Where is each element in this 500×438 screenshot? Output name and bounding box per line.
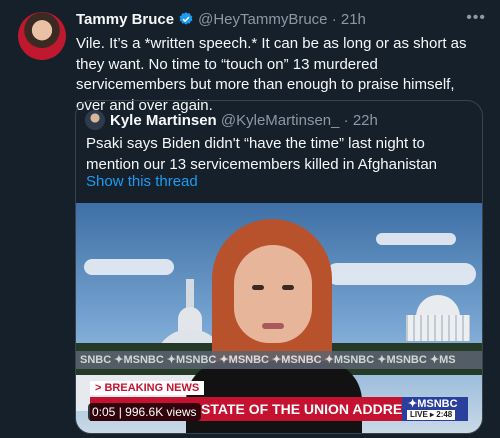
headline-text: STATE OF THE UNION ADDRESS xyxy=(201,401,421,417)
breaking-news-label: > BREAKING NEWS xyxy=(90,381,205,395)
tweet-timestamp[interactable]: 21h xyxy=(341,11,366,28)
video-view-count: 996.6K views xyxy=(125,405,197,419)
network-ticker: SNBC ✦MSNBC ✦MSNBC ✦MSNBC ✦MSNBC ✦MSNBC … xyxy=(76,351,482,369)
quoted-header: Kyle Martinsen @KyleMartinsen_ · 22h xyxy=(85,110,378,130)
quoted-avatar xyxy=(85,110,105,130)
network-logo-box: ✦MSNBC LIVE ▸ 2:48 xyxy=(402,397,468,421)
speaker-eye xyxy=(282,285,294,290)
header-separator: · xyxy=(331,11,337,28)
author-handle[interactable]: @HeyTammyBruce xyxy=(198,11,327,28)
cloud xyxy=(376,233,456,245)
speaker-eye xyxy=(252,285,264,290)
tweet-header: Tammy Bruce @HeyTammyBruce · 21h ••• xyxy=(76,8,486,30)
speaker-mouth xyxy=(262,323,284,329)
ticker-text: SNBC ✦MSNBC ✦MSNBC ✦MSNBC ✦MSNBC ✦MSNBC … xyxy=(80,354,456,366)
quoted-timestamp: 22h xyxy=(352,112,378,129)
video-elapsed-time: 0:05 xyxy=(92,405,116,419)
quoted-author-name: Kyle Martinsen xyxy=(110,112,217,129)
quoted-tweet[interactable]: Kyle Martinsen @KyleMartinsen_ · 22h Psa… xyxy=(75,100,483,434)
quoted-handle: @KyleMartinsen_ xyxy=(220,112,340,129)
author-avatar[interactable] xyxy=(18,12,66,60)
cloud xyxy=(84,259,174,275)
show-thread-link[interactable]: Show this thread xyxy=(86,172,198,192)
verified-badge-icon xyxy=(179,12,193,25)
more-options-icon[interactable]: ••• xyxy=(466,8,486,28)
video-player[interactable]: SNBC ✦MSNBC ✦MSNBC ✦MSNBC ✦MSNBC ✦MSNBC … xyxy=(76,203,482,433)
author-name[interactable]: Tammy Bruce xyxy=(76,11,174,28)
pill-separator: | xyxy=(118,405,122,419)
cloud xyxy=(326,263,476,285)
quoted-text: Psaki says Biden didn't “have the time” … xyxy=(86,135,438,173)
live-indicator: LIVE ▸ 2:48 xyxy=(407,410,456,420)
video-time-views: 0:05 | 996.6K views xyxy=(88,403,201,421)
quoted-separator: · xyxy=(343,112,349,129)
msnbc-logo: ✦MSNBC xyxy=(408,398,458,410)
jefferson-memorial xyxy=(406,295,470,341)
